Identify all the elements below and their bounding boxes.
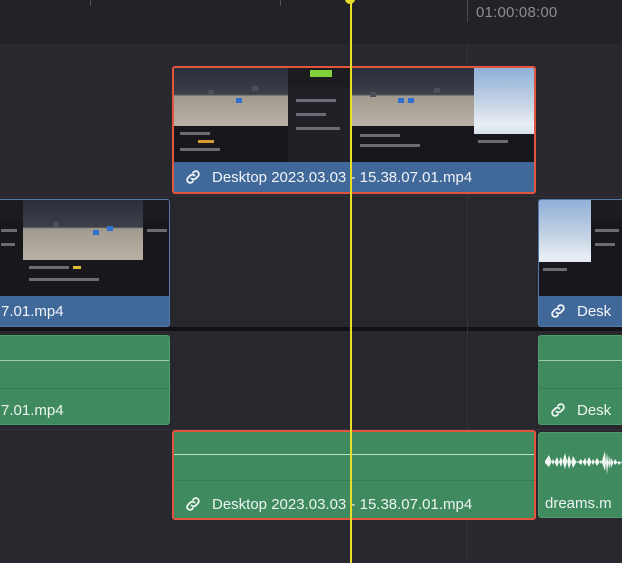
link-icon bbox=[551, 403, 565, 417]
thumbnail-frame bbox=[539, 200, 591, 296]
clip-label: Desktop 2023.03.03 - 15.38.07.01.mp4 bbox=[174, 490, 534, 518]
clip-label: dreams.m bbox=[539, 489, 622, 517]
thumbnail-frame bbox=[591, 200, 622, 296]
video-clip[interactable]: 7.01.mp4 bbox=[0, 199, 170, 327]
link-icon bbox=[186, 170, 200, 184]
ruler-marker-line bbox=[467, 0, 468, 22]
audio-waveform bbox=[545, 451, 622, 475]
thumbnail-frame bbox=[143, 200, 169, 296]
thumbnail-frame bbox=[474, 68, 534, 162]
track-divider bbox=[0, 196, 622, 197]
audio-channel-line bbox=[0, 360, 169, 361]
clip-label: 7.01.mp4 bbox=[0, 296, 169, 326]
video-clip-selected[interactable]: Desktop 2023.03.03 - 15.38.07.01.mp4 bbox=[172, 66, 536, 194]
clip-label: Desk bbox=[539, 296, 622, 326]
link-icon bbox=[186, 497, 200, 511]
clip-name: Desk bbox=[577, 302, 612, 320]
link-icon bbox=[551, 304, 565, 318]
thumbnail-frame bbox=[352, 68, 474, 162]
clip-name: dreams.m bbox=[545, 494, 612, 512]
clip-name: Desktop 2023.03.03 - 15.38.07.01.mp4 bbox=[212, 168, 473, 186]
clip-name: 7.01.mp4 bbox=[1, 302, 64, 320]
ruler-tick bbox=[280, 0, 281, 6]
thumbnail-frame bbox=[174, 68, 288, 162]
timeline-ruler[interactable]: 01:00:08:00 bbox=[0, 0, 622, 45]
clip-label: Desktop 2023.03.03 - 15.38.07.01.mp4 bbox=[174, 162, 534, 192]
audio-channel-line bbox=[539, 360, 622, 361]
clip-label: Desk bbox=[539, 396, 622, 424]
audio-channel-line bbox=[174, 480, 534, 481]
thumbnail-frame bbox=[0, 200, 23, 296]
clip-name: Desk bbox=[577, 401, 612, 419]
playhead-line[interactable] bbox=[350, 0, 352, 563]
audio-channel-line bbox=[174, 454, 534, 455]
clip-label: 7.01.mp4 bbox=[0, 396, 169, 424]
ruler-timecode: 01:00:08:00 bbox=[476, 4, 558, 21]
video-clip[interactable]: Desk bbox=[538, 199, 622, 327]
ruler-tick bbox=[90, 0, 91, 6]
clip-thumbnails bbox=[0, 200, 169, 296]
audio-clip[interactable]: 7.01.mp4 bbox=[0, 335, 170, 425]
clip-thumbnails bbox=[174, 68, 534, 162]
audio-clip[interactable]: dreams.m bbox=[538, 432, 622, 518]
audio-clip-selected[interactable]: Desktop 2023.03.03 - 15.38.07.01.mp4 bbox=[172, 430, 536, 520]
audio-channel-line bbox=[539, 388, 622, 389]
timeline-panel[interactable]: 01:00:08:00 Desktop 2023.03.03 - 15.38.0… bbox=[0, 0, 622, 563]
thumbnail-frame bbox=[288, 68, 352, 162]
clip-name: Desktop 2023.03.03 - 15.38.07.01.mp4 bbox=[212, 495, 473, 513]
audio-clip[interactable]: Desk bbox=[538, 335, 622, 425]
clip-thumbnails bbox=[539, 200, 622, 296]
clip-name: 7.01.mp4 bbox=[1, 401, 64, 419]
audio-channel-line bbox=[0, 388, 169, 389]
thumbnail-frame bbox=[23, 200, 143, 296]
